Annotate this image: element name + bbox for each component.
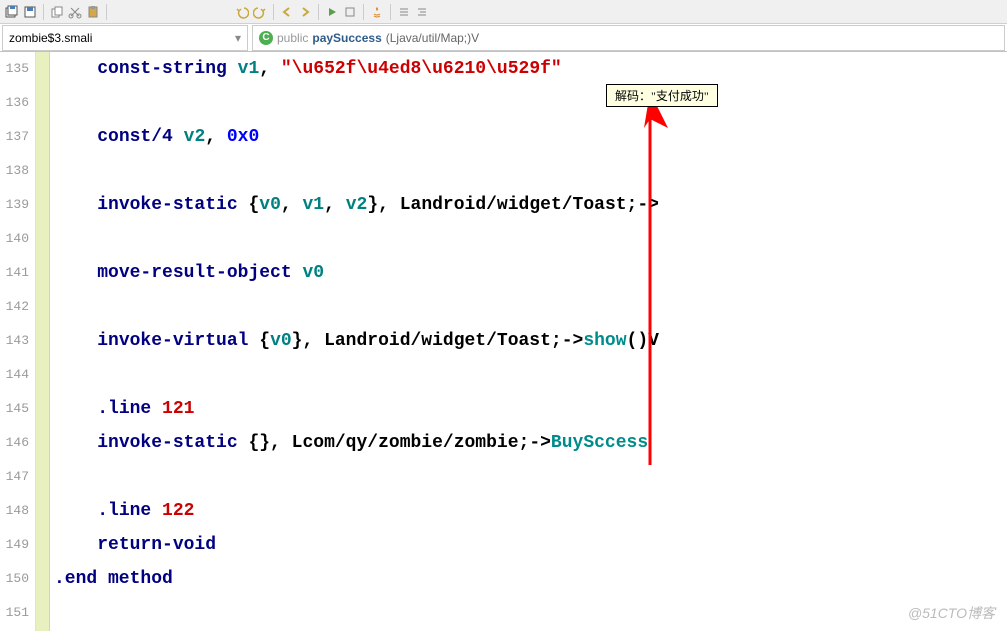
chevron-down-icon: ▾ [235,31,241,45]
line-number: 141 [0,256,29,290]
code-line[interactable]: const/4 v2, 0x0 [54,120,1007,154]
code-editor[interactable]: 1351361371381391401411421431441451461471… [0,52,1007,631]
redo-icon[interactable] [252,4,268,20]
line-number: 145 [0,392,29,426]
line-number: 148 [0,494,29,528]
watermark: @51CTO博客 [908,603,995,623]
code-line[interactable] [54,596,1007,630]
code-line[interactable]: .end method [54,562,1007,596]
code-line[interactable]: move-result-object v0 [54,256,1007,290]
code-line[interactable] [54,154,1007,188]
line-number: 149 [0,528,29,562]
back-icon[interactable] [279,4,295,20]
code-line[interactable]: invoke-static {}, Lcom/qy/zombie/zombie;… [54,426,1007,460]
line-gutter: 1351361371381391401411421431441451461471… [0,52,36,631]
code-line[interactable] [54,460,1007,494]
line-number: 139 [0,188,29,222]
method-modifier: public [277,31,308,45]
cut-icon[interactable] [67,4,83,20]
code-line[interactable]: return-void [54,528,1007,562]
forward-icon[interactable] [297,4,313,20]
method-public-icon: C [259,31,273,45]
code-line[interactable] [54,358,1007,392]
line-number: 135 [0,52,29,86]
navigation-bar: zombie$3.smali ▾ C public paySuccess (Lj… [0,24,1007,52]
line-number: 137 [0,120,29,154]
code-line[interactable] [54,290,1007,324]
line-number: 147 [0,460,29,494]
run-icon[interactable] [324,4,340,20]
code-line[interactable]: .line 121 [54,392,1007,426]
save-icon[interactable] [22,4,38,20]
code-line[interactable]: .line 122 [54,494,1007,528]
save-all-icon[interactable] [4,4,20,20]
undo-icon[interactable] [234,4,250,20]
java-icon[interactable] [369,4,385,20]
line-number: 142 [0,290,29,324]
code-line[interactable]: invoke-virtual {v0}, Landroid/widget/Toa… [54,324,1007,358]
line-number: 143 [0,324,29,358]
code-line[interactable] [54,222,1007,256]
line-number: 140 [0,222,29,256]
box-icon[interactable] [342,4,358,20]
method-breadcrumb[interactable]: C public paySuccess (Ljava/util/Map;)V [252,25,1005,51]
code-area[interactable]: 解码："支付成功" const-string v1, "\u652f\u4ed8… [50,52,1007,631]
line-number: 136 [0,86,29,120]
method-name: paySuccess [312,31,381,45]
line-number: 144 [0,358,29,392]
line-number: 138 [0,154,29,188]
list-icon[interactable] [396,4,412,20]
method-signature: (Ljava/util/Map;)V [386,31,479,45]
code-line[interactable]: const-string v1, "\u652f\u4ed8\u6210\u52… [54,52,1007,86]
filename-label: zombie$3.smali [9,31,92,45]
copy-icon[interactable] [49,4,65,20]
decode-tooltip: 解码："支付成功" [606,84,718,107]
line-number: 150 [0,562,29,596]
line-number: 151 [0,596,29,630]
margin-bar [36,52,50,631]
file-dropdown[interactable]: zombie$3.smali ▾ [2,25,248,51]
code-line[interactable]: invoke-static {v0, v1, v2}, Landroid/wid… [54,188,1007,222]
line-number: 146 [0,426,29,460]
top-toolbar [0,0,1007,24]
code-line[interactable] [54,86,1007,120]
paste-icon[interactable] [85,4,101,20]
indent-icon[interactable] [414,4,430,20]
